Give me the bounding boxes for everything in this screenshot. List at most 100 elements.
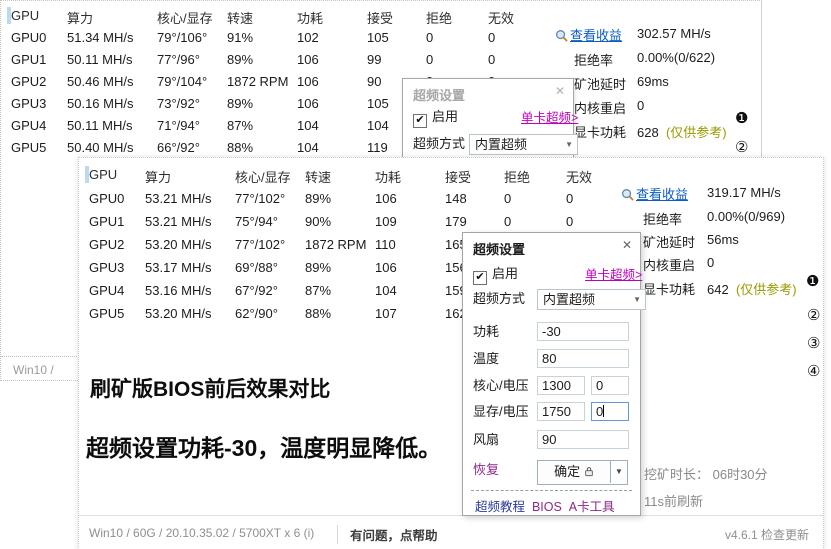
oc-mode-select[interactable]: 内置超频▼ [469, 134, 578, 155]
power-limit-label: 功耗 [473, 322, 537, 342]
col-power: 功耗 [375, 167, 445, 186]
oc-mode-select[interactable]: 内置超频▼ [537, 289, 646, 310]
help-link[interactable]: 有问题，点帮助 [337, 525, 438, 544]
confirm-button[interactable]: 确定 [538, 461, 610, 483]
kernel-restart-value: 0 [637, 98, 644, 113]
gpu-invalid: 0 [566, 187, 626, 210]
oc-mode-label: 超频方式 [413, 134, 469, 154]
earnings-row: 查看收益 [621, 184, 688, 203]
refresh-status: 11s前刷新 [644, 491, 703, 510]
earnings-row: 查看收益 [555, 25, 622, 44]
power-limit-input[interactable]: -30 [537, 322, 629, 341]
gpu-power: 110 [375, 233, 445, 256]
badge-2[interactable]: ② [735, 138, 748, 156]
col-power: 功耗 [297, 8, 367, 27]
gpu-temps: 77°/96° [157, 49, 227, 71]
col-invalid: 无效 [566, 167, 626, 186]
gpu-hashrate: 50.46 MH/s [67, 71, 157, 93]
gpu-hashrate: 50.16 MH/s [67, 93, 157, 115]
gpu-accepted: 148 [445, 187, 504, 210]
gpu-temps: 79°/104° [157, 71, 227, 93]
gpu-fan: 89% [305, 256, 375, 279]
gpu-power-label: 显卡功耗 [643, 279, 695, 298]
reject-rate-value: 0.00%(0/622) [637, 50, 715, 65]
close-icon[interactable]: ✕ [622, 238, 632, 252]
gpu-hashrate: 53.20 MH/s [145, 233, 235, 256]
gpu-power-value: 628 (仅供参考) [637, 122, 727, 141]
enable-checkbox[interactable]: ✔ [413, 114, 427, 128]
status-bar: Win10 / 60G / 20.10.35.02 / 5700XT x 6 (… [79, 515, 823, 549]
single-card-oc-link[interactable]: 单卡超频> [585, 265, 642, 285]
check-update-link[interactable]: 检查更新 [761, 528, 809, 542]
gpu-power-label: 显卡功耗 [574, 122, 626, 141]
version-label: v4.6.1 [725, 528, 758, 542]
oc-tutorial-link[interactable]: 超频教程 [475, 500, 525, 514]
kernel-restart-value: 0 [707, 255, 714, 270]
gpu-hashrate: 50.11 MH/s [67, 49, 157, 71]
total-hashrate: 319.17 MH/s [707, 185, 781, 200]
miner-window-after: GPU 算力 核心/显存 转速 功耗 接受 拒绝 无效 GPU0 53.21 M… [78, 157, 824, 549]
dialog-title: 超频设置 [413, 85, 465, 104]
core-clock-input[interactable]: 1300 [537, 376, 585, 395]
oc-settings-dialog: 超频设置 ✕ ✔启用 单卡超频> 超频方式内置超频▼ 功耗-30 温度80 核心… [462, 232, 641, 516]
gpu-temps: 67°/92° [235, 279, 305, 302]
gpu-accepted: 179 [445, 210, 504, 233]
mem-clock-input[interactable]: 1750 [537, 402, 585, 421]
gpu-id: GPU0 [89, 187, 145, 210]
restore-link[interactable]: 恢复 [473, 460, 537, 480]
gpu-temps: 62°/90° [235, 302, 305, 325]
single-card-oc-link[interactable]: 单卡超频> [521, 108, 578, 128]
gpu-hashrate: 53.17 MH/s [145, 256, 235, 279]
enable-label: 启用 [492, 266, 518, 281]
enable-checkbox[interactable]: ✔ [473, 271, 487, 285]
gpu-power: 104 [297, 137, 367, 159]
table-row[interactable]: GPU1 53.21 MH/s 75°/94° 90% 109 179 0 0 [89, 210, 626, 233]
gpu-power: 106 [297, 93, 367, 115]
table-row[interactable]: GPU1 50.11 MH/s 77°/96° 89% 106 99 0 0 [11, 49, 548, 71]
badge-1[interactable]: ❶ [735, 109, 748, 127]
gpu-power: 106 [375, 256, 445, 279]
gpu-rejected: 0 [426, 49, 488, 71]
col-temp: 核心/显存 [235, 167, 305, 186]
gpu-power: 106 [297, 49, 367, 71]
gpu-fan: 91% [227, 27, 297, 49]
screen: GPU 算力 核心/显存 转速 功耗 接受 拒绝 无效 GPU0 51.34 M… [0, 0, 831, 549]
close-icon[interactable]: ✕ [555, 84, 565, 98]
temp-limit-input[interactable]: 80 [537, 349, 629, 368]
col-accepted: 接受 [367, 8, 426, 27]
col-hashrate: 算力 [67, 8, 157, 27]
badge-4[interactable]: ④ [807, 362, 820, 380]
col-accepted: 接受 [445, 167, 504, 186]
col-gpu: GPU [11, 8, 67, 27]
dialog-title: 超频设置 [473, 239, 525, 258]
gpu-accepted: 105 [367, 27, 426, 49]
gpu-fan: 87% [305, 279, 375, 302]
badge-3[interactable]: ③ [807, 334, 820, 352]
gpu-hashrate: 51.34 MH/s [67, 27, 157, 49]
core-voltage-input[interactable]: 0 [591, 376, 629, 395]
col-rejected: 拒绝 [504, 167, 566, 186]
gpu-temps: 66°/92° [157, 137, 227, 159]
gpu-id: GPU4 [89, 279, 145, 302]
enable-label: 启用 [432, 109, 458, 124]
fan-speed-input[interactable]: 90 [537, 430, 629, 449]
gpu-id: GPU1 [11, 49, 67, 71]
gpu-hashrate: 50.11 MH/s [67, 115, 157, 137]
gpu-fan: 89% [305, 187, 375, 210]
confirm-dropdown-arrow[interactable]: ▼ [610, 461, 627, 483]
temp-limit-label: 温度 [473, 349, 537, 369]
table-row[interactable]: GPU0 53.21 MH/s 77°/102° 89% 106 148 0 0 [89, 187, 626, 210]
table-row[interactable]: GPU0 51.34 MH/s 79°/106° 91% 102 105 0 0 [11, 27, 548, 49]
view-earnings-link[interactable]: 查看收益 [636, 187, 688, 202]
bios-link[interactable]: BIOS [532, 500, 562, 514]
view-earnings-link[interactable]: 查看收益 [570, 28, 622, 43]
gpu-hashrate: 53.20 MH/s [145, 302, 235, 325]
annotation-line1: 刷矿版BIOS前后效果对比 [90, 373, 330, 403]
mem-voltage-input[interactable]: 0 [591, 402, 629, 421]
badge-2[interactable]: ② [807, 306, 820, 324]
gpu-id: GPU1 [89, 210, 145, 233]
gpu-hashrate: 53.16 MH/s [145, 279, 235, 302]
gpu-fan: 89% [227, 49, 297, 71]
badge-1[interactable]: ❶ [806, 272, 819, 290]
a-card-tool-link[interactable]: A卡工具 [569, 500, 615, 514]
